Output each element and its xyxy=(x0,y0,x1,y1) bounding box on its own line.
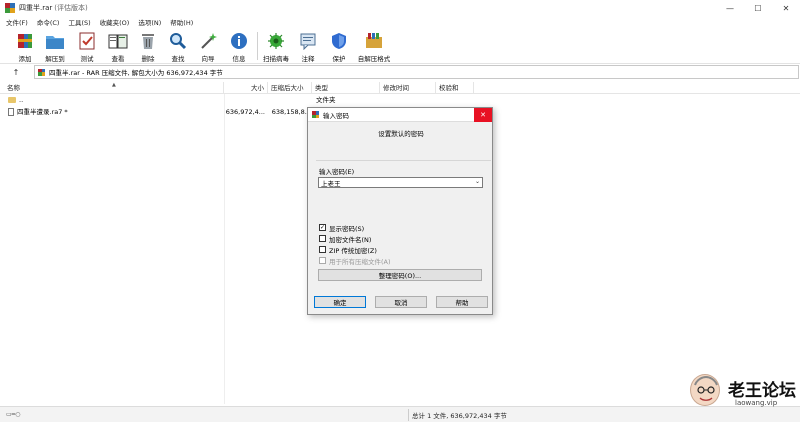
extract-to-icon xyxy=(45,31,65,51)
password-label: 输入密码(E) xyxy=(319,168,355,176)
menu-file[interactable]: 文件(F) xyxy=(6,17,28,27)
find-button[interactable]: 查找 xyxy=(163,29,193,63)
column-modified[interactable]: 修改时间 xyxy=(380,82,436,94)
up-level-button[interactable]: ↑ xyxy=(8,65,24,79)
checkbox-disabled xyxy=(319,257,326,264)
sort-ascending-icon: ▲ xyxy=(112,82,116,88)
address-bar: ↑ 四重半.rar - RAR 压缩文件, 解包大小为 636,972,434 … xyxy=(0,64,800,80)
menu-tools[interactable]: 工具(S) xyxy=(68,17,90,27)
add-archive-icon xyxy=(15,31,35,51)
minimize-button[interactable]: — xyxy=(716,0,744,16)
watermark-face-logo xyxy=(690,374,720,406)
use-for-all-archives-checkbox: 用于所有压缩文件(A) xyxy=(319,256,391,266)
delete-icon xyxy=(138,31,158,51)
dialog-heading: 设置默认的密码 xyxy=(378,130,424,138)
wizard-icon xyxy=(198,31,218,51)
column-header: 名称 ▲ 大小 压缩后大小 类型 修改时间 校验和 xyxy=(0,82,800,94)
list-item-parent[interactable]: .. 文件夹 xyxy=(0,94,800,106)
column-checksum[interactable]: 校验和 xyxy=(436,82,474,94)
winrar-dialog-icon xyxy=(312,111,319,118)
password-dialog: 输入密码 ✕ 设置默认的密码 输入密码(E) 上老王 ⌄ ✓ 显示密码(S) 加… xyxy=(307,107,493,315)
folder-icon xyxy=(8,97,16,103)
ok-button[interactable]: 确定 xyxy=(314,296,366,308)
virus-scan-icon xyxy=(266,31,286,51)
address-field[interactable]: 四重半.rar - RAR 压缩文件, 解包大小为 636,972,434 字节 xyxy=(34,65,799,79)
extract-to-button[interactable]: 解压到 xyxy=(40,29,70,63)
column-type[interactable]: 类型 xyxy=(312,82,380,94)
toolbar-separator xyxy=(257,32,258,60)
menu-bar: 文件(F) 命令(C) 工具(S) 收藏夹(O) 选项(N) 帮助(H) xyxy=(0,16,800,28)
file-icon xyxy=(8,108,14,116)
window-title: 四重半.rar (评估版本) xyxy=(19,4,88,12)
info-icon xyxy=(229,31,249,51)
winrar-app-icon xyxy=(5,3,15,13)
menu-favorites[interactable]: 收藏夹(O) xyxy=(100,17,130,27)
test-button[interactable]: 测试 xyxy=(72,29,102,63)
delete-button[interactable]: 删除 xyxy=(133,29,163,63)
add-button[interactable]: 添加 xyxy=(10,29,40,63)
protect-button[interactable]: 保护 xyxy=(324,29,354,63)
column-packed[interactable]: 压缩后大小 xyxy=(268,82,312,94)
organize-passwords-button[interactable]: 整理密码(O)... xyxy=(318,269,482,281)
protect-icon xyxy=(329,31,349,51)
status-text: 总计 1 文件, 636,972,434 字节 xyxy=(412,412,507,420)
status-bar: ▭═○ 总计 1 文件, 636,972,434 字节 xyxy=(0,406,800,422)
watermark: 老王论坛 laowang.vip xyxy=(688,372,798,412)
password-input[interactable]: 上老王 ⌄ xyxy=(318,177,483,188)
checkbox-unchecked[interactable] xyxy=(319,235,326,242)
encrypt-filenames-checkbox[interactable]: 加密文件名(N) xyxy=(319,234,371,244)
column-size[interactable]: 大小 xyxy=(224,82,268,94)
watermark-text: 老王论坛 xyxy=(728,381,796,401)
checkbox-unchecked[interactable] xyxy=(319,246,326,253)
view-button[interactable]: 查看 xyxy=(103,29,133,63)
sfx-icon xyxy=(364,31,384,51)
status-separator xyxy=(408,409,409,421)
zip-legacy-encryption-checkbox[interactable]: ZIP 传统加密(Z) xyxy=(319,245,377,255)
sfx-button[interactable]: 自解压格式 xyxy=(357,29,391,63)
toolbar: 添加 解压到 测试 查看 删除 查找 向导 信息 扫描病毒 注释 保护 自解压格… xyxy=(0,28,800,64)
watermark-url: laowang.vip xyxy=(735,399,778,407)
help-button[interactable]: 帮助 xyxy=(436,296,488,308)
wizard-button[interactable]: 向导 xyxy=(193,29,223,63)
maximize-button[interactable]: ☐ xyxy=(744,0,772,16)
title-bar: 四重半.rar (评估版本) — ☐ ✕ xyxy=(0,0,800,16)
show-password-checkbox[interactable]: ✓ 显示密码(S) xyxy=(319,223,364,233)
address-text: 四重半.rar - RAR 压缩文件, 解包大小为 636,972,434 字节 xyxy=(49,69,223,77)
drive-icon[interactable]: ▭═○ xyxy=(6,411,21,418)
dialog-title: 输入密码 xyxy=(323,111,349,120)
dialog-close-button[interactable]: ✕ xyxy=(474,108,492,122)
test-icon xyxy=(77,31,97,51)
menu-help[interactable]: 帮助(H) xyxy=(170,17,193,27)
view-icon xyxy=(108,31,128,51)
chevron-down-icon[interactable]: ⌄ xyxy=(475,178,480,185)
comment-icon xyxy=(298,31,318,51)
checkbox-checked[interactable]: ✓ xyxy=(319,224,326,231)
find-icon xyxy=(168,31,188,51)
dialog-title-bar: 输入密码 ✕ xyxy=(308,108,492,122)
menu-options[interactable]: 选项(N) xyxy=(138,17,161,27)
cancel-button[interactable]: 取消 xyxy=(375,296,427,308)
menu-commands[interactable]: 命令(C) xyxy=(37,17,60,27)
virus-scan-button[interactable]: 扫描病毒 xyxy=(261,29,291,63)
close-button[interactable]: ✕ xyxy=(772,0,800,16)
comment-button[interactable]: 注释 xyxy=(293,29,323,63)
info-button[interactable]: 信息 xyxy=(224,29,254,63)
archive-icon xyxy=(38,68,45,76)
window-controls: — ☐ ✕ xyxy=(716,0,800,16)
